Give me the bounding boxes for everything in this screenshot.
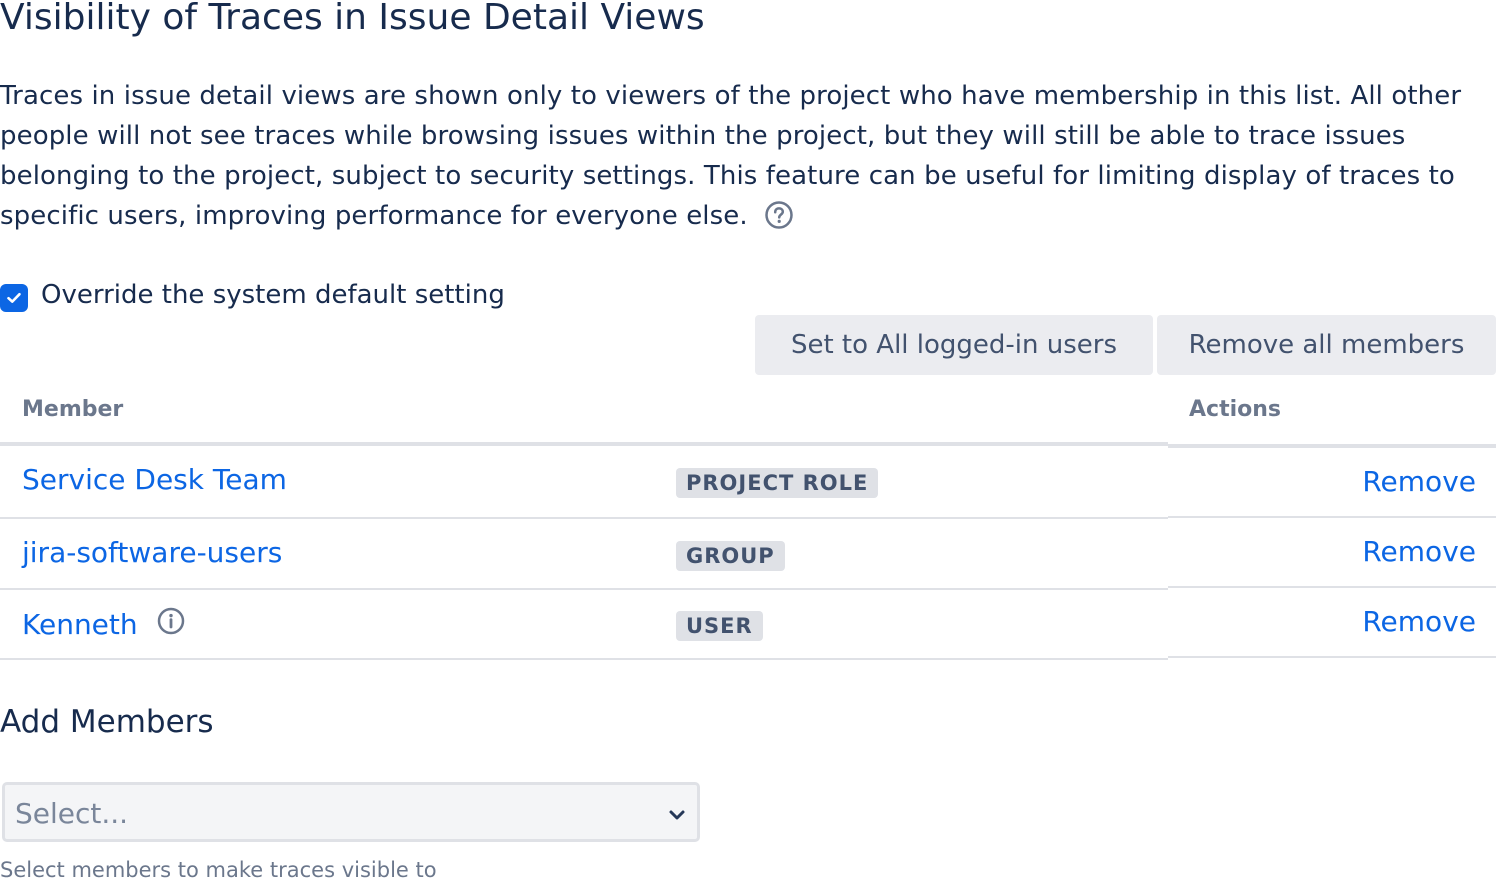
table-row-divider bbox=[1168, 656, 1496, 658]
info-icon[interactable] bbox=[156, 606, 186, 643]
add-members-heading: Add Members bbox=[0, 704, 214, 740]
description: Traces in issue detail views are shown o… bbox=[0, 76, 1496, 242]
member-link-kenneth[interactable]: Kenneth bbox=[22, 606, 186, 643]
member-link-service-desk-team[interactable]: Service Desk Team bbox=[22, 463, 287, 496]
add-members-helper-text: Select members to make traces visible to bbox=[0, 858, 437, 882]
member-type-lozenge: PROJECT ROLE bbox=[676, 468, 879, 498]
table-header-divider bbox=[1168, 444, 1496, 448]
table-row-divider bbox=[0, 588, 1168, 590]
remove-member-link[interactable]: Remove bbox=[1362, 605, 1476, 638]
description-text: Traces in issue detail views are shown o… bbox=[0, 81, 1462, 231]
override-checkbox-row[interactable]: Override the system default setting bbox=[0, 278, 505, 312]
table-row-divider bbox=[0, 658, 1168, 660]
member-link-jira-software-users[interactable]: jira-software-users bbox=[22, 536, 282, 569]
page-title: Visibility of Traces in Issue Detail Vie… bbox=[0, 0, 705, 38]
table-row-divider bbox=[1168, 516, 1496, 518]
help-icon[interactable] bbox=[764, 200, 794, 242]
member-type-lozenge: GROUP bbox=[676, 541, 785, 571]
override-checkbox[interactable] bbox=[0, 284, 28, 312]
member-column-header: Member bbox=[22, 397, 124, 422]
remove-all-members-button[interactable]: Remove all members bbox=[1157, 315, 1496, 375]
override-label: Override the system default setting bbox=[41, 280, 505, 310]
set-all-logged-in-users-button[interactable]: Set to All logged-in users bbox=[755, 315, 1153, 375]
table-row-divider bbox=[0, 517, 1168, 519]
member-name[interactable]: Kenneth bbox=[22, 608, 138, 641]
select-placeholder: Select... bbox=[15, 797, 129, 830]
actions-column-header: Actions bbox=[1189, 397, 1281, 422]
table-row-divider bbox=[1168, 586, 1496, 588]
member-type-lozenge: USER bbox=[676, 611, 763, 641]
remove-member-link[interactable]: Remove bbox=[1362, 535, 1476, 568]
check-icon bbox=[7, 292, 21, 303]
chevron-down-icon[interactable] bbox=[667, 807, 687, 826]
add-members-select[interactable]: Select... bbox=[2, 782, 700, 842]
table-header-divider bbox=[0, 442, 1168, 446]
remove-member-link[interactable]: Remove bbox=[1362, 465, 1476, 498]
